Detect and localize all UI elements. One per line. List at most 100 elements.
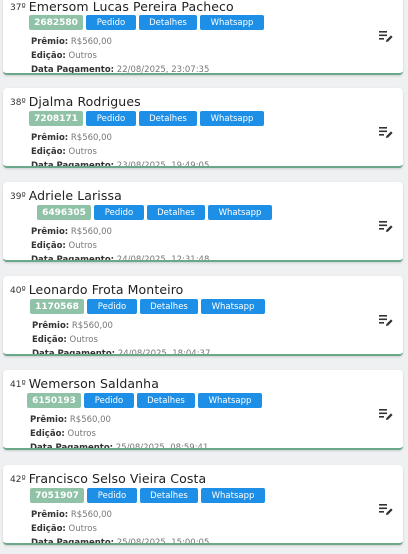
winner-rank: 41º: [10, 380, 26, 390]
detalhes-button[interactable]: Detalhes: [140, 488, 198, 503]
data-pagamento-row: Data Pagamento: 25/08/2025, 08:59:41: [30, 443, 208, 450]
winner-name: Francisco Selso Vieira Costa: [28, 471, 207, 486]
winner-rank: 39º: [10, 192, 26, 202]
winner-card: 39º Adriele Larissa 6496305 Pedido Detalhes W…: [3, 182, 403, 262]
info-label: Prêmio:: [31, 227, 69, 237]
info-value: 23/08/2025, 19:49:05: [116, 161, 210, 168]
data-pagamento-row: Data Pagamento: 24/08/2025, 12:31:48: [31, 255, 209, 262]
detalhes-button[interactable]: Detalhes: [137, 393, 195, 408]
order-code-badge: 1170568: [30, 299, 84, 314]
info-label: Prêmio:: [30, 415, 68, 425]
detalhes-button[interactable]: Detalhes: [139, 15, 197, 30]
info-value: R$560,00: [70, 227, 112, 237]
order-code-badge: 7208171: [29, 111, 83, 126]
info-value: 22/08/2025, 23:07:35: [116, 65, 210, 75]
winner-title: 37º Emersom Lucas Pereira Pacheco: [10, 0, 234, 15]
winner-rank: 42º: [10, 475, 26, 485]
premio-row: Prêmio: R$560,00: [30, 415, 111, 425]
info-label: Prêmio:: [31, 510, 69, 520]
whatsapp-button[interactable]: Whatsapp: [208, 205, 272, 220]
winner-name: Wemerson Saldanha: [28, 376, 159, 391]
whatsapp-button[interactable]: Whatsapp: [200, 15, 264, 30]
info-value: 24/08/2025, 18:04:37: [117, 349, 211, 356]
premio-row: Prêmio: R$560,00: [32, 321, 113, 331]
edit-list-icon[interactable]: [379, 501, 393, 515]
whatsapp-button[interactable]: Whatsapp: [200, 111, 264, 126]
edicao-row: Edição: Outros: [30, 429, 96, 439]
pedido-button[interactable]: Pedido: [87, 299, 137, 314]
pedido-button[interactable]: Pedido: [87, 488, 137, 503]
whatsapp-button[interactable]: Whatsapp: [201, 299, 265, 314]
edit-list-icon[interactable]: [379, 218, 393, 232]
action-row: 7051907 Pedido Detalhes Whatsapp: [30, 488, 265, 503]
info-label: Data Pagamento:: [32, 349, 116, 356]
info-value: Outros: [67, 429, 96, 439]
edit-list-icon[interactable]: [379, 312, 393, 326]
winner-title: 42º Francisco Selso Vieira Costa: [10, 468, 206, 487]
data-pagamento-row: Data Pagamento: 22/08/2025, 23:07:35: [31, 65, 210, 75]
winner-title: 40º Leonardo Frota Monteiro: [10, 279, 183, 298]
winner-card: 37º Emersom Lucas Pereira Pacheco 2682580 P…: [3, 0, 403, 75]
winner-card: 40º Leonardo Frota Monteiro 1170568 Pedido D…: [3, 276, 403, 356]
data-pagamento-row: Data Pagamento: 25/08/2025, 15:00:05: [31, 538, 210, 545]
premio-row: Prêmio: R$560,00: [31, 227, 112, 237]
pedido-button[interactable]: Pedido: [86, 111, 136, 126]
winner-title: 38º Djalma Rodrigues: [10, 91, 141, 110]
pedido-button[interactable]: Pedido: [86, 15, 136, 30]
data-pagamento-row: Data Pagamento: 24/08/2025, 18:04:37: [32, 349, 211, 356]
info-label: Prêmio:: [31, 133, 69, 143]
edicao-row: Edição: Outros: [31, 524, 97, 534]
pedido-button[interactable]: Pedido: [84, 393, 134, 408]
edit-list-icon[interactable]: [379, 124, 393, 138]
winner-name: Leonardo Frota Monteiro: [28, 282, 184, 297]
info-label: Data Pagamento:: [31, 538, 115, 545]
info-label: Prêmio:: [31, 37, 69, 47]
info-value: Outros: [68, 147, 97, 157]
info-label: Data Pagamento:: [31, 161, 115, 168]
winner-rank: 40º: [10, 286, 26, 296]
info-label: Edição:: [30, 429, 65, 439]
info-label: Data Pagamento:: [30, 443, 114, 450]
detalhes-button[interactable]: Detalhes: [147, 205, 205, 220]
edicao-row: Edição: Outros: [32, 335, 98, 345]
detalhes-button[interactable]: Detalhes: [140, 299, 198, 314]
winner-card: 38º Djalma Rodrigues 7208171 Pedido Detalhes…: [3, 88, 403, 168]
whatsapp-button[interactable]: Whatsapp: [198, 393, 262, 408]
order-code-badge: 7051907: [30, 488, 84, 503]
info-label: Edição:: [31, 241, 66, 251]
info-label: Data Pagamento:: [31, 65, 115, 75]
pedido-button[interactable]: Pedido: [94, 205, 144, 220]
winner-name: Emersom Lucas Pereira Pacheco: [28, 0, 234, 14]
edicao-row: Edição: Outros: [31, 147, 97, 157]
info-label: Edição:: [32, 335, 67, 345]
winner-rank: 37º: [10, 3, 26, 13]
winner-name: Adriele Larissa: [28, 188, 122, 203]
info-value: R$560,00: [70, 37, 112, 47]
info-value: Outros: [68, 241, 97, 251]
edit-list-icon[interactable]: [379, 28, 393, 42]
info-value: R$560,00: [71, 321, 113, 331]
action-row: 7208171 Pedido Detalhes Whatsapp: [29, 111, 264, 126]
premio-row: Prêmio: R$560,00: [31, 510, 112, 520]
info-value: R$560,00: [70, 133, 112, 143]
winners-list: 37º Emersom Lucas Pereira Pacheco 2682580 P…: [0, 0, 408, 554]
premio-row: Prêmio: R$560,00: [31, 133, 112, 143]
edit-list-icon[interactable]: [379, 406, 393, 420]
order-code-badge: 6150193: [27, 393, 81, 408]
winner-card: 42º Francisco Selso Vieira Costa 7051907 Pe…: [3, 465, 403, 545]
info-value: Outros: [68, 51, 97, 61]
info-value: 25/08/2025, 15:00:05: [116, 538, 210, 545]
order-code-badge: 2682580: [29, 15, 83, 30]
info-label: Edição:: [31, 147, 66, 157]
edicao-row: Edição: Outros: [31, 51, 97, 61]
info-value: Outros: [69, 335, 98, 345]
info-label: Edição:: [31, 524, 66, 534]
edicao-row: Edição: Outros: [31, 241, 97, 251]
whatsapp-button[interactable]: Whatsapp: [201, 488, 265, 503]
data-pagamento-row: Data Pagamento: 23/08/2025, 19:49:05: [31, 161, 210, 168]
detalhes-button[interactable]: Detalhes: [139, 111, 197, 126]
winner-name: Djalma Rodrigues: [28, 94, 141, 109]
info-label: Data Pagamento:: [31, 255, 115, 262]
action-row: 6150193 Pedido Detalhes Whatsapp: [27, 393, 262, 408]
order-code-badge: 6496305: [37, 205, 91, 220]
